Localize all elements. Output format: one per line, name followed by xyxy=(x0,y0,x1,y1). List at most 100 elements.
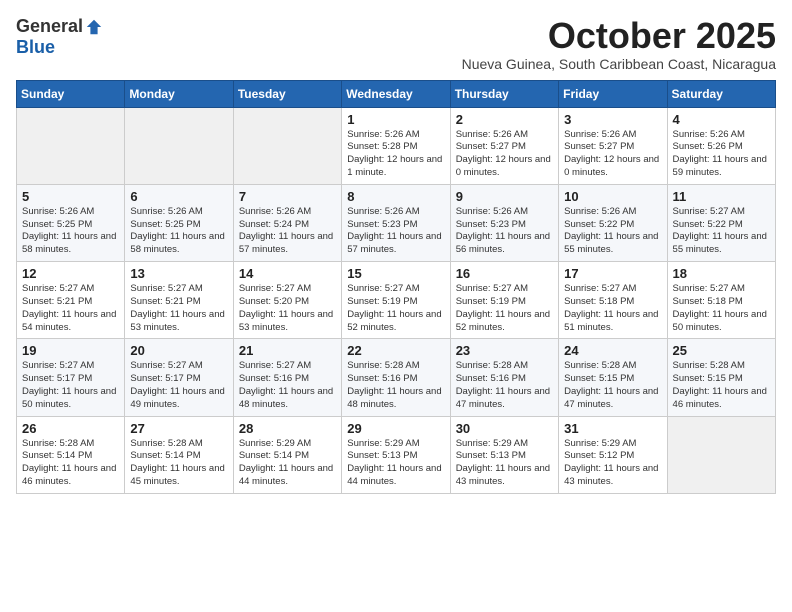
calendar-cell: 1Sunrise: 5:26 AM Sunset: 5:28 PM Daylig… xyxy=(342,107,450,184)
day-info: Sunrise: 5:28 AM Sunset: 5:16 PM Dayligh… xyxy=(456,360,553,411)
day-info: Sunrise: 5:29 AM Sunset: 5:14 PM Dayligh… xyxy=(239,438,336,489)
day-number: 27 xyxy=(130,421,227,436)
calendar-cell: 29Sunrise: 5:29 AM Sunset: 5:13 PM Dayli… xyxy=(342,416,450,493)
day-number: 10 xyxy=(564,189,661,204)
day-number: 21 xyxy=(239,343,336,358)
calendar-cell: 10Sunrise: 5:26 AM Sunset: 5:22 PM Dayli… xyxy=(559,184,667,261)
day-info: Sunrise: 5:28 AM Sunset: 5:14 PM Dayligh… xyxy=(130,438,227,489)
calendar-cell: 7 Sunrise: 5:26 AM Sunset: 5:24 PM Daylig… xyxy=(233,184,341,261)
calendar-header-wednesday: Wednesday xyxy=(342,80,450,107)
calendar-cell: 14Sunrise: 5:27 AM Sunset: 5:20 PM Dayli… xyxy=(233,262,341,339)
day-number: 8 xyxy=(347,189,444,204)
calendar-table: SundayMondayTuesdayWednesdayThursdayFrid… xyxy=(16,80,776,494)
calendar-cell xyxy=(17,107,125,184)
day-info: Sunrise: 5:26 AM Sunset: 5:25 PM Dayligh… xyxy=(130,206,227,257)
day-info: Sunrise: 5:27 AM Sunset: 5:19 PM Dayligh… xyxy=(456,283,553,334)
calendar-week-row: 19 Sunrise: 5:27 AM Sunset: 5:17 PM Dayli… xyxy=(17,339,776,416)
calendar-header-tuesday: Tuesday xyxy=(233,80,341,107)
day-number: 17 xyxy=(564,266,661,281)
title-block: October 2025 Nueva Guinea, South Caribbe… xyxy=(462,16,776,72)
calendar-cell: 26 Sunrise: 5:28 AM Sunset: 5:14 PM Dayli… xyxy=(17,416,125,493)
calendar-cell: 6Sunrise: 5:26 AM Sunset: 5:25 PM Daylig… xyxy=(125,184,233,261)
day-info: Sunrise: 5:26 AM Sunset: 5:24 PM Dayligh… xyxy=(239,206,336,257)
day-info: Sunrise: 5:26 AM Sunset: 5:25 PM Dayligh… xyxy=(22,206,119,257)
calendar-cell xyxy=(233,107,341,184)
logo-icon xyxy=(85,18,103,36)
calendar-cell: 22Sunrise: 5:28 AM Sunset: 5:16 PM Dayli… xyxy=(342,339,450,416)
day-number: 26 xyxy=(22,421,119,436)
calendar-cell: 20 Sunrise: 5:27 AM Sunset: 5:17 PM Dayli… xyxy=(125,339,233,416)
subtitle: Nueva Guinea, South Caribbean Coast, Nic… xyxy=(462,56,776,72)
calendar-cell xyxy=(667,416,775,493)
day-number: 28 xyxy=(239,421,336,436)
day-info: Sunrise: 5:28 AM Sunset: 5:15 PM Dayligh… xyxy=(673,360,770,411)
day-info: Sunrise: 5:29 AM Sunset: 5:13 PM Dayligh… xyxy=(456,438,553,489)
calendar-week-row: 26 Sunrise: 5:28 AM Sunset: 5:14 PM Dayli… xyxy=(17,416,776,493)
calendar-cell: 12Sunrise: 5:27 AM Sunset: 5:21 PM Dayli… xyxy=(17,262,125,339)
day-number: 12 xyxy=(22,266,119,281)
calendar-cell: 19 Sunrise: 5:27 AM Sunset: 5:17 PM Dayli… xyxy=(17,339,125,416)
day-info: Sunrise: 5:27 AM Sunset: 5:16 PM Dayligh… xyxy=(239,360,336,411)
day-info: Sunrise: 5:27 AM Sunset: 5:18 PM Dayligh… xyxy=(673,283,770,334)
calendar-cell: 23 Sunrise: 5:28 AM Sunset: 5:16 PM Dayli… xyxy=(450,339,558,416)
logo: General Blue xyxy=(16,16,103,58)
day-number: 2 xyxy=(456,112,553,127)
day-number: 29 xyxy=(347,421,444,436)
calendar-cell: 11Sunrise: 5:27 AM Sunset: 5:22 PM Dayli… xyxy=(667,184,775,261)
day-number: 23 xyxy=(456,343,553,358)
day-number: 16 xyxy=(456,266,553,281)
day-number: 19 xyxy=(22,343,119,358)
day-info: Sunrise: 5:27 AM Sunset: 5:22 PM Dayligh… xyxy=(673,206,770,257)
calendar-week-row: 5 Sunrise: 5:26 AM Sunset: 5:25 PM Daylig… xyxy=(17,184,776,261)
calendar-cell: 17 Sunrise: 5:27 AM Sunset: 5:18 PM Dayli… xyxy=(559,262,667,339)
day-info: Sunrise: 5:27 AM Sunset: 5:17 PM Dayligh… xyxy=(22,360,119,411)
month-title: October 2025 xyxy=(462,16,776,56)
day-info: Sunrise: 5:26 AM Sunset: 5:23 PM Dayligh… xyxy=(456,206,553,257)
calendar-week-row: 12Sunrise: 5:27 AM Sunset: 5:21 PM Dayli… xyxy=(17,262,776,339)
logo-general: General xyxy=(16,16,83,37)
day-number: 31 xyxy=(564,421,661,436)
day-info: Sunrise: 5:26 AM Sunset: 5:27 PM Dayligh… xyxy=(456,129,553,180)
calendar-header-monday: Monday xyxy=(125,80,233,107)
day-info: Sunrise: 5:27 AM Sunset: 5:17 PM Dayligh… xyxy=(130,360,227,411)
page-header: General Blue October 2025 Nueva Guinea, … xyxy=(16,16,776,72)
day-info: Sunrise: 5:26 AM Sunset: 5:26 PM Dayligh… xyxy=(673,129,770,180)
calendar-header-saturday: Saturday xyxy=(667,80,775,107)
day-number: 13 xyxy=(130,266,227,281)
calendar-cell: 15 Sunrise: 5:27 AM Sunset: 5:19 PM Dayli… xyxy=(342,262,450,339)
calendar-header-friday: Friday xyxy=(559,80,667,107)
day-number: 20 xyxy=(130,343,227,358)
day-number: 18 xyxy=(673,266,770,281)
calendar-header-row: SundayMondayTuesdayWednesdayThursdayFrid… xyxy=(17,80,776,107)
calendar-cell: 4 Sunrise: 5:26 AM Sunset: 5:26 PM Daylig… xyxy=(667,107,775,184)
day-info: Sunrise: 5:27 AM Sunset: 5:19 PM Dayligh… xyxy=(347,283,444,334)
calendar-cell: 5 Sunrise: 5:26 AM Sunset: 5:25 PM Daylig… xyxy=(17,184,125,261)
logo-blue: Blue xyxy=(16,37,55,57)
calendar-cell: 27 Sunrise: 5:28 AM Sunset: 5:14 PM Dayli… xyxy=(125,416,233,493)
calendar-cell: 9 Sunrise: 5:26 AM Sunset: 5:23 PM Daylig… xyxy=(450,184,558,261)
day-number: 30 xyxy=(456,421,553,436)
day-info: Sunrise: 5:26 AM Sunset: 5:27 PM Dayligh… xyxy=(564,129,661,180)
day-number: 15 xyxy=(347,266,444,281)
day-info: Sunrise: 5:27 AM Sunset: 5:18 PM Dayligh… xyxy=(564,283,661,334)
day-number: 5 xyxy=(22,189,119,204)
day-info: Sunrise: 5:26 AM Sunset: 5:23 PM Dayligh… xyxy=(347,206,444,257)
day-info: Sunrise: 5:28 AM Sunset: 5:14 PM Dayligh… xyxy=(22,438,119,489)
day-number: 9 xyxy=(456,189,553,204)
calendar-cell: 31Sunrise: 5:29 AM Sunset: 5:12 PM Dayli… xyxy=(559,416,667,493)
calendar-cell: 30 Sunrise: 5:29 AM Sunset: 5:13 PM Dayli… xyxy=(450,416,558,493)
day-number: 4 xyxy=(673,112,770,127)
calendar-cell: 13Sunrise: 5:27 AM Sunset: 5:21 PM Dayli… xyxy=(125,262,233,339)
calendar-header-thursday: Thursday xyxy=(450,80,558,107)
calendar-cell: 28 Sunrise: 5:29 AM Sunset: 5:14 PM Dayli… xyxy=(233,416,341,493)
calendar-cell: 25 Sunrise: 5:28 AM Sunset: 5:15 PM Dayli… xyxy=(667,339,775,416)
day-number: 24 xyxy=(564,343,661,358)
calendar-cell xyxy=(125,107,233,184)
day-number: 3 xyxy=(564,112,661,127)
day-number: 1 xyxy=(347,112,444,127)
calendar-cell: 16 Sunrise: 5:27 AM Sunset: 5:19 PM Dayli… xyxy=(450,262,558,339)
day-info: Sunrise: 5:28 AM Sunset: 5:15 PM Dayligh… xyxy=(564,360,661,411)
day-number: 7 xyxy=(239,189,336,204)
day-number: 25 xyxy=(673,343,770,358)
calendar-cell: 21 Sunrise: 5:27 AM Sunset: 5:16 PM Dayli… xyxy=(233,339,341,416)
